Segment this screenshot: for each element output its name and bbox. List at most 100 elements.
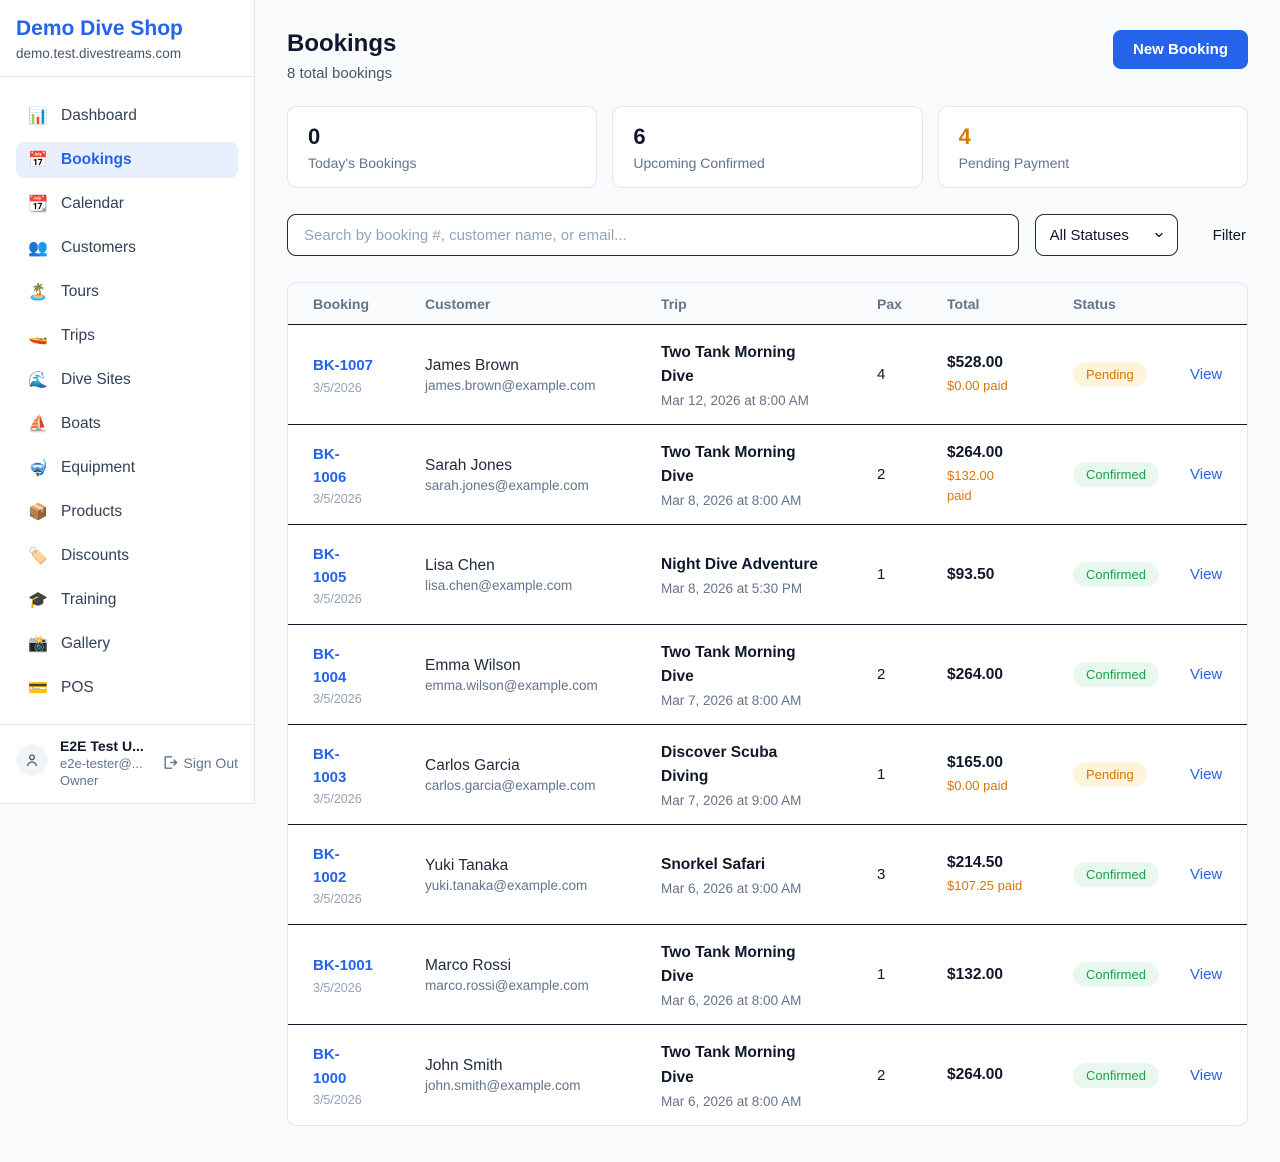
sidebar-nav: 📊 Dashboard 📅 Bookings 📆 Calendar 👥 Cust… [0, 77, 254, 724]
trip-datetime: Mar 8, 2026 at 5:30 PM [661, 581, 867, 596]
customer-name: Carlos Garcia [425, 757, 651, 775]
bar-chart-icon: 📊 [28, 106, 48, 126]
trip-datetime: Mar 6, 2026 at 9:00 AM [661, 881, 867, 896]
view-link[interactable]: View [1190, 766, 1222, 783]
pax-cell: 1 [877, 566, 947, 583]
column-header-total: Total [947, 296, 1073, 312]
graduation-cap-icon: 🎓 [28, 590, 48, 610]
column-header-trip: Trip [661, 296, 877, 312]
booking-id-link[interactable]: BK- 1006 [313, 443, 346, 490]
customer-cell: Marco Rossi marco.rossi@example.com [425, 957, 661, 993]
avatar [16, 744, 48, 776]
actions-cell: View [1190, 666, 1232, 683]
filter-button[interactable]: Filter [1211, 223, 1248, 248]
column-header-status: Status [1073, 296, 1190, 312]
status-cell: Confirmed [1073, 562, 1190, 587]
total-cell: $264.00 [947, 666, 1073, 684]
customer-cell: Yuki Tanaka yuki.tanaka@example.com [425, 857, 661, 893]
customer-cell: Emma Wilson emma.wilson@example.com [425, 657, 661, 693]
sidebar-item-label: Products [61, 503, 122, 521]
trip-name: Two Tank Morning Dive [661, 941, 867, 989]
pax-cell: 2 [877, 666, 947, 683]
sidebar-item-training[interactable]: 🎓 Training [16, 582, 238, 618]
booking-id-link[interactable]: BK-1001 [313, 954, 373, 977]
booking-id-link[interactable]: BK-1007 [313, 354, 373, 377]
sidebar-item-boats[interactable]: ⛵ Boats [16, 406, 238, 442]
booking-cell: BK- 1000 3/5/2026 [313, 1043, 425, 1107]
stat-value: 6 [633, 124, 901, 150]
trip-name: Snorkel Safari [661, 853, 867, 877]
booking-id-link[interactable]: BK- 1003 [313, 743, 346, 790]
trip-cell: Two Tank Morning Dive Mar 12, 2026 at 8:… [661, 341, 877, 408]
table-row: BK- 1005 3/5/2026 Lisa Chen lisa.chen@ex… [288, 525, 1247, 625]
trip-datetime: Mar 12, 2026 at 8:00 AM [661, 393, 867, 408]
booking-cell: BK-1001 3/5/2026 [313, 954, 425, 994]
sidebar-item-trips[interactable]: 🚤 Trips [16, 318, 238, 354]
total-amount: $214.50 [947, 854, 1063, 872]
trip-datetime: Mar 8, 2026 at 8:00 AM [661, 493, 867, 508]
customer-name: Marco Rossi [425, 957, 651, 975]
sign-out-button[interactable]: Sign Out [161, 754, 238, 771]
customer-email: john.smith@example.com [425, 1078, 651, 1093]
sidebar-item-label: Dive Sites [61, 371, 131, 389]
table-row: BK- 1000 3/5/2026 John Smith john.smith@… [288, 1025, 1247, 1125]
booking-id-link[interactable]: BK- 1000 [313, 1043, 346, 1090]
actions-cell: View [1190, 366, 1232, 383]
status-filter-select[interactable]: All Statuses [1035, 214, 1178, 256]
person-icon [24, 752, 40, 768]
status-cell: Confirmed [1073, 462, 1190, 487]
sidebar-item-bookings[interactable]: 📅 Bookings [16, 142, 238, 178]
customer-email: lisa.chen@example.com [425, 578, 651, 593]
total-amount: $132.00 [947, 966, 1063, 984]
table-row: BK- 1003 3/5/2026 Carlos Garcia carlos.g… [288, 725, 1247, 825]
sidebar-item-calendar[interactable]: 📆 Calendar [16, 186, 238, 222]
view-link[interactable]: View [1190, 1067, 1222, 1084]
credit-card-icon: 💳 [28, 678, 48, 698]
user-role: Owner [60, 773, 149, 788]
wave-icon: 🌊 [28, 370, 48, 390]
total-amount: $264.00 [947, 444, 1063, 462]
booking-id-link[interactable]: BK- 1002 [313, 843, 346, 890]
sidebar-item-gallery[interactable]: 📸 Gallery [16, 626, 238, 662]
sidebar-item-equipment[interactable]: 🤿 Equipment [16, 450, 238, 486]
stats-row: 0 Today's Bookings 6 Upcoming Confirmed … [287, 106, 1248, 188]
new-booking-button[interactable]: New Booking [1113, 30, 1248, 69]
view-link[interactable]: View [1190, 366, 1222, 383]
customer-name: Sarah Jones [425, 457, 651, 475]
pax-cell: 1 [877, 766, 947, 783]
sidebar-item-products[interactable]: 📦 Products [16, 494, 238, 530]
stat-label: Today's Bookings [308, 155, 576, 171]
sidebar-item-dashboard[interactable]: 📊 Dashboard [16, 98, 238, 134]
table-header-row: Booking Customer Trip Pax Total Status [288, 283, 1247, 325]
status-badge: Confirmed [1073, 562, 1159, 587]
view-link[interactable]: View [1190, 566, 1222, 583]
pax-cell: 1 [877, 966, 947, 983]
page-header: Bookings 8 total bookings New Booking [287, 30, 1248, 82]
column-header-booking: Booking [313, 296, 425, 312]
status-badge: Pending [1073, 362, 1147, 387]
view-link[interactable]: View [1190, 866, 1222, 883]
booking-id-link[interactable]: BK- 1005 [313, 543, 346, 590]
stat-card-todays-bookings: 0 Today's Bookings [287, 106, 597, 188]
customer-email: marco.rossi@example.com [425, 978, 651, 993]
sidebar-item-label: Training [61, 591, 116, 609]
view-link[interactable]: View [1190, 466, 1222, 483]
trip-cell: Two Tank Morning Dive Mar 6, 2026 at 8:0… [661, 941, 877, 1008]
sidebar-item-customers[interactable]: 👥 Customers [16, 230, 238, 266]
sidebar-item-pos[interactable]: 💳 POS [16, 670, 238, 706]
table-row: BK-1007 3/5/2026 James Brown james.brown… [288, 325, 1247, 425]
sidebar-item-dive-sites[interactable]: 🌊 Dive Sites [16, 362, 238, 398]
sidebar-item-discounts[interactable]: 🏷️ Discounts [16, 538, 238, 574]
search-input[interactable] [287, 214, 1019, 256]
sidebar-item-label: Customers [61, 239, 136, 257]
sidebar-item-tours[interactable]: 🏝️ Tours [16, 274, 238, 310]
booking-id-link[interactable]: BK- 1004 [313, 643, 346, 690]
trip-cell: Snorkel Safari Mar 6, 2026 at 9:00 AM [661, 853, 877, 896]
view-link[interactable]: View [1190, 966, 1222, 983]
status-cell: Pending [1073, 762, 1190, 787]
paid-amount: $0.00 paid [947, 776, 1063, 796]
view-link[interactable]: View [1190, 666, 1222, 683]
booking-date: 3/5/2026 [313, 981, 415, 995]
total-cell: $132.00 [947, 966, 1073, 984]
actions-cell: View [1190, 766, 1232, 783]
